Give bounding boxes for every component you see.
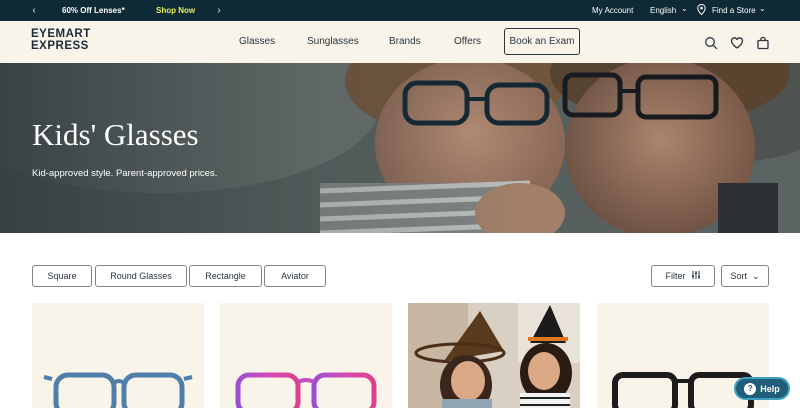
- question-icon: ?: [744, 382, 757, 395]
- chip-round-glasses[interactable]: Round Glasses: [95, 265, 187, 287]
- shopping-bag-icon[interactable]: [756, 36, 770, 50]
- product-card[interactable]: [32, 303, 204, 408]
- hero-subtitle: Kid-approved style. Parent-approved pric…: [32, 168, 218, 179]
- help-label: Help: [760, 383, 780, 394]
- chevron-right-icon[interactable]: ›: [213, 3, 225, 17]
- chip-aviator[interactable]: Aviator: [264, 265, 326, 287]
- nav-brands[interactable]: Brands: [389, 36, 421, 47]
- logo-line2: EXPRESS: [31, 40, 89, 52]
- purple-pink-frames-image: [235, 372, 377, 408]
- sliders-icon: [691, 270, 701, 282]
- chevron-down-icon: ⌄: [681, 4, 688, 13]
- sort-button[interactable]: Sort ⌄: [721, 265, 769, 287]
- nav-sunglasses[interactable]: Sunglasses: [307, 36, 359, 47]
- nav-offers[interactable]: Offers: [454, 36, 481, 47]
- location-pin-icon: [697, 3, 706, 17]
- my-account-link[interactable]: My Account: [592, 6, 633, 15]
- find-store-link[interactable]: Find a Store: [712, 6, 756, 15]
- help-button[interactable]: ? Help: [734, 377, 790, 400]
- nav-glasses[interactable]: Glasses: [239, 36, 275, 47]
- shop-now-link[interactable]: Shop Now: [156, 6, 195, 15]
- product-card[interactable]: [220, 303, 392, 408]
- chevron-down-icon: ⌄: [751, 270, 760, 281]
- book-exam-button[interactable]: Book an Exam: [504, 28, 580, 55]
- hero-banner: Kids' Glasses Kid-approved style. Parent…: [0, 63, 800, 233]
- chevron-down-icon: ⌄: [759, 4, 766, 13]
- chip-square[interactable]: Square: [32, 265, 92, 287]
- language-selector[interactable]: English: [650, 6, 676, 15]
- heart-icon[interactable]: [730, 36, 744, 50]
- chip-rectangle[interactable]: Rectangle: [189, 265, 262, 287]
- lifestyle-photo: [408, 303, 580, 408]
- promo-text: 60% Off Lenses*: [62, 6, 125, 15]
- product-card[interactable]: [408, 303, 580, 408]
- logo[interactable]: EYEMART EXPRESS: [31, 28, 91, 52]
- sort-label: Sort: [730, 271, 747, 281]
- filter-label: Filter: [665, 271, 686, 281]
- promo-bar: ‹ 60% Off Lenses* Shop Now › My Account …: [0, 0, 800, 21]
- page-title: Kids' Glasses: [32, 117, 199, 152]
- logo-line1: EYEMART: [31, 28, 91, 40]
- filter-button[interactable]: Filter: [651, 265, 715, 287]
- chevron-left-icon[interactable]: ‹: [28, 3, 40, 17]
- search-icon[interactable]: [704, 36, 718, 50]
- site-header: EYEMART EXPRESS Glasses Sunglasses Brand…: [0, 21, 800, 63]
- blue-frames-image: [43, 372, 193, 408]
